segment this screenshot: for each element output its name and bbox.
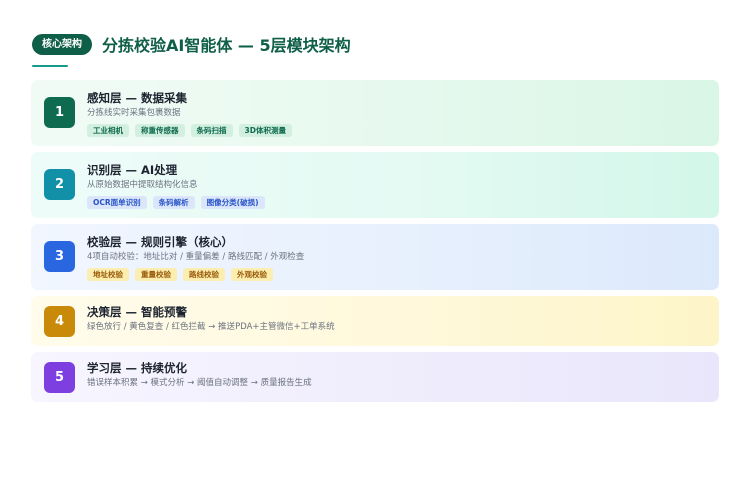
title-underline	[32, 65, 68, 67]
layer-card-decision: 4 决策层 — 智能预警 绿色放行 / 黄色复查 / 红色拦截 → 推送PDA+…	[31, 296, 719, 346]
layer-description: 4项自动校验：地址比对 / 重量偏差 / 路线匹配 / 外观检查	[87, 252, 305, 262]
tag: 地址校验	[87, 268, 129, 281]
tag: 工业相机	[87, 124, 129, 137]
tag: 路线校验	[183, 268, 225, 281]
layer-description: 从原始数据中提取结构化信息	[87, 180, 198, 190]
tag: 图像分类(破损)	[200, 196, 265, 209]
tag-list: OCR面单识别 条码解析 图像分类(破损)	[87, 196, 265, 209]
page-title: 分拣校验AI智能体 — 5层模块架构	[102, 36, 351, 55]
architecture-slide: 核心架构 分拣校验AI智能体 — 5层模块架构 1 感知层 — 数据采集 分拣线…	[0, 0, 750, 500]
layer-number-badge: 1	[44, 97, 75, 128]
layer-description: 分拣线实时采集包裹数据	[87, 108, 181, 118]
tag: 重量校验	[135, 268, 177, 281]
layer-card-learning: 5 学习层 — 持续优化 错误样本积累 → 模式分析 → 阈值自动调整 → 质量…	[31, 352, 719, 402]
layer-list: 1 感知层 — 数据采集 分拣线实时采集包裹数据 工业相机 称重传感器 条码扫描…	[31, 80, 719, 408]
layer-card-recognition: 2 识别层 — AI处理 从原始数据中提取结构化信息 OCR面单识别 条码解析 …	[31, 152, 719, 218]
tag: 条码扫描	[190, 124, 233, 137]
tag: 3D体积测量	[238, 124, 292, 137]
layer-body: 识别层 — AI处理 从原始数据中提取结构化信息 OCR面单识别 条码解析 图像…	[87, 163, 265, 209]
section-badge: 核心架构	[32, 33, 92, 55]
layer-number-badge: 4	[44, 306, 75, 337]
layer-body: 决策层 — 智能预警 绿色放行 / 黄色复查 / 红色拦截 → 推送PDA+主管…	[87, 305, 335, 333]
tag: 条码解析	[152, 196, 195, 209]
tag-list: 地址校验 重量校验 路线校验 外观校验	[87, 268, 304, 281]
tag: 称重传感器	[135, 124, 185, 137]
layer-body: 学习层 — 持续优化 错误样本积累 → 模式分析 → 阈值自动调整 → 质量报告…	[87, 361, 312, 389]
layer-card-perception: 1 感知层 — 数据采集 分拣线实时采集包裹数据 工业相机 称重传感器 条码扫描…	[31, 80, 719, 146]
layer-title: 识别层 — AI处理	[87, 163, 178, 177]
layer-title: 决策层 — 智能预警	[87, 305, 188, 319]
tag-list: 工业相机 称重传感器 条码扫描 3D体积测量	[87, 124, 292, 137]
layer-title: 学习层 — 持续优化	[87, 361, 188, 375]
layer-body: 校验层 — 规则引擎（核心） 4项自动校验：地址比对 / 重量偏差 / 路线匹配…	[87, 235, 304, 281]
layer-description: 错误样本积累 → 模式分析 → 阈值自动调整 → 质量报告生成	[87, 378, 312, 388]
tag: OCR面单识别	[87, 196, 147, 209]
header: 核心架构 分拣校验AI智能体 — 5层模块架构	[32, 32, 351, 56]
layer-card-validation: 3 校验层 — 规则引擎（核心） 4项自动校验：地址比对 / 重量偏差 / 路线…	[31, 224, 719, 290]
layer-description: 绿色放行 / 黄色复查 / 红色拦截 → 推送PDA+主管微信+工单系统	[87, 322, 335, 332]
layer-title: 校验层 — 规则引擎（核心）	[87, 235, 234, 249]
layer-number-badge: 5	[44, 362, 75, 393]
tag: 外观校验	[231, 268, 273, 281]
layer-number-badge: 2	[44, 169, 75, 200]
layer-title: 感知层 — 数据采集	[87, 91, 188, 105]
layer-body: 感知层 — 数据采集 分拣线实时采集包裹数据 工业相机 称重传感器 条码扫描 3…	[87, 91, 292, 137]
layer-number-badge: 3	[44, 241, 75, 272]
